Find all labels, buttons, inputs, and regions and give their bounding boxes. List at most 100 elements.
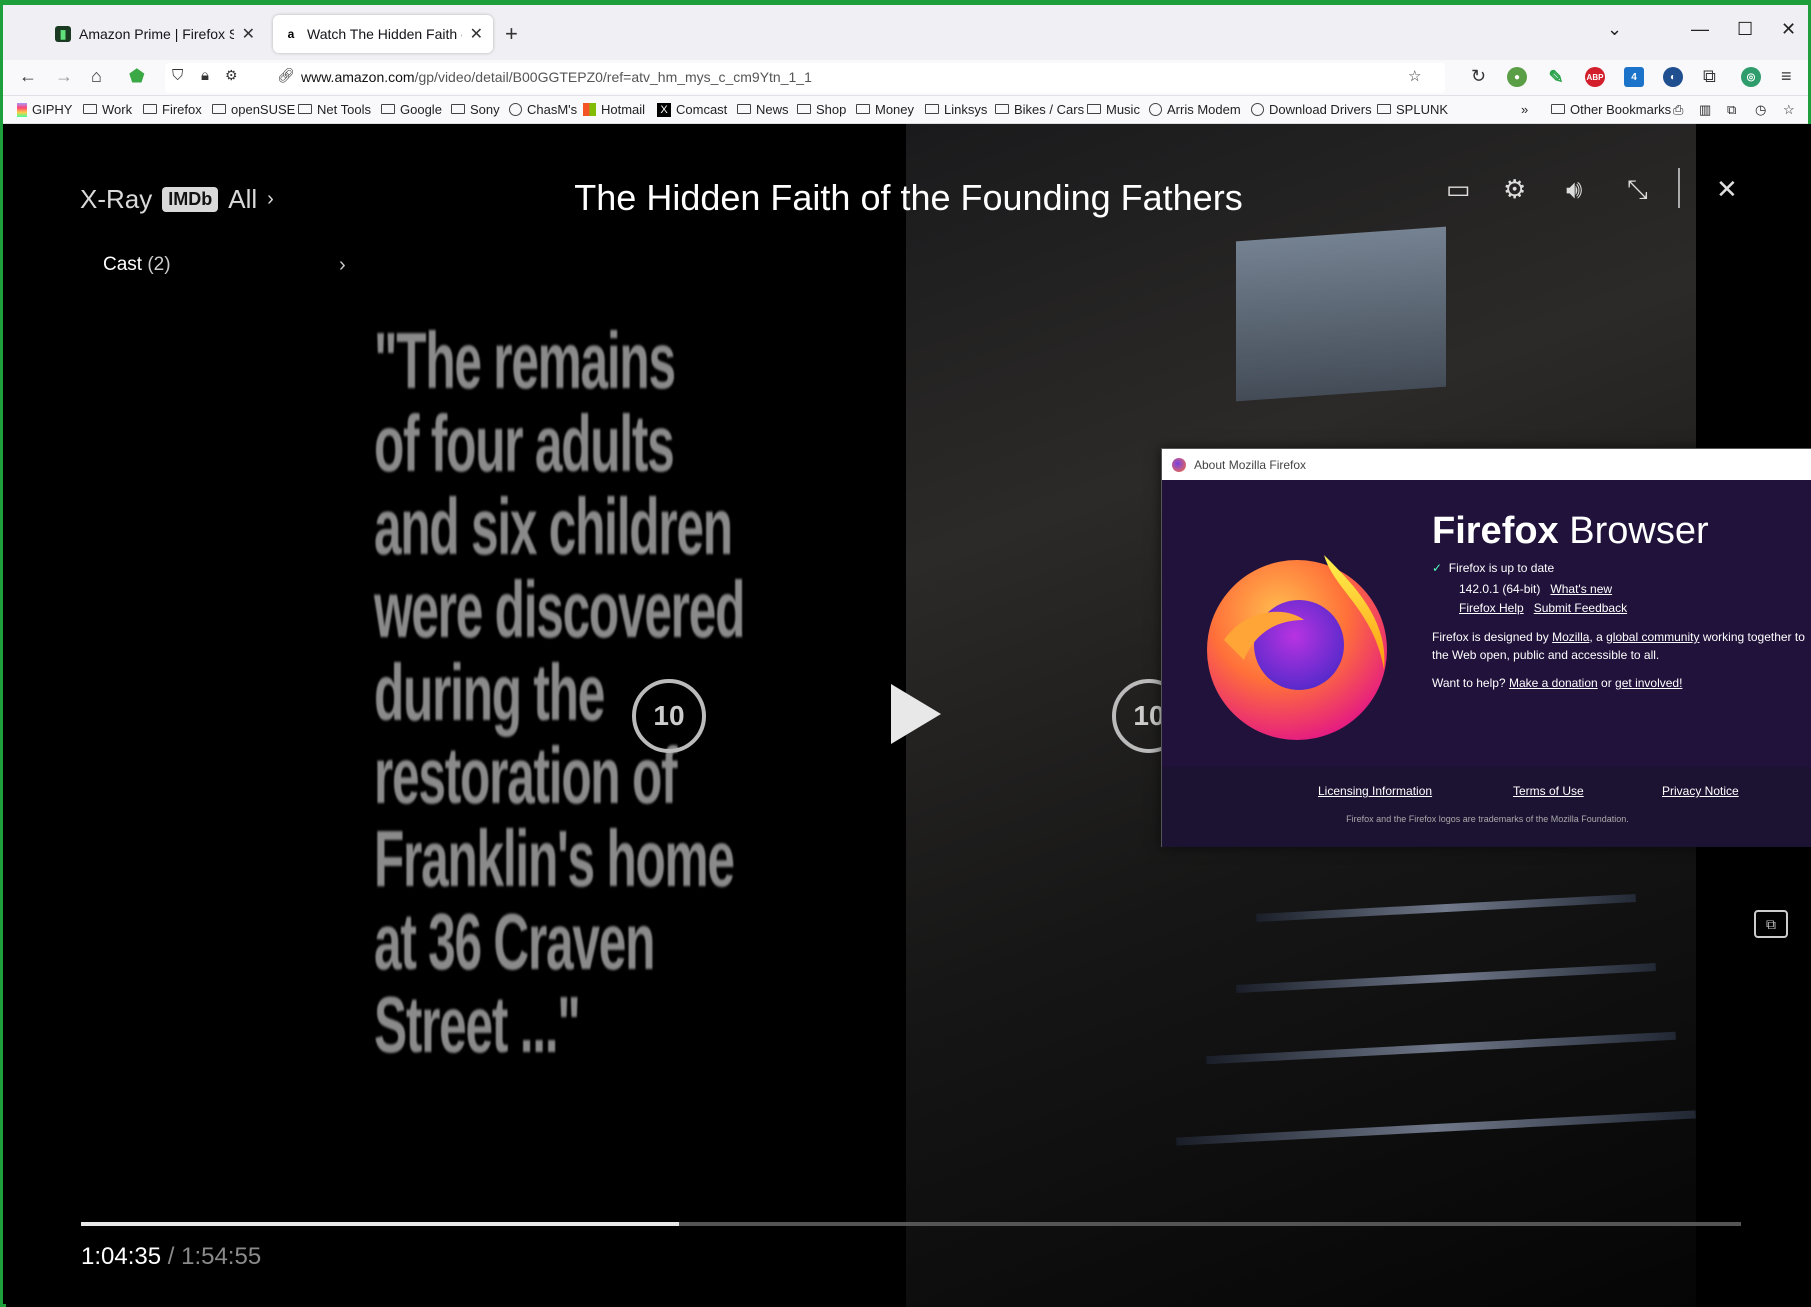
bookmark-folder-sony[interactable]: Sony	[451, 102, 500, 117]
home-icon[interactable]: ⌂	[91, 66, 102, 87]
folder-icon	[995, 103, 1009, 114]
licensing-link[interactable]: Licensing Information	[1318, 784, 1432, 798]
maximize-icon[interactable]: ☐	[1737, 19, 1753, 40]
bookmark-arris-modem[interactable]: Arris Modem	[1149, 102, 1241, 117]
bookmark-folder-google[interactable]: Google	[381, 102, 442, 117]
folder-icon	[83, 103, 97, 114]
bookmarks-overflow-icon[interactable]: »	[1521, 102, 1528, 117]
folder-icon	[737, 103, 751, 114]
forward-icon[interactable]: →	[55, 66, 73, 87]
amazon-icon: a	[287, 27, 295, 41]
bookmark-hotmail[interactable]: Hotmail	[583, 102, 645, 117]
close-player-icon[interactable]: ✕	[1716, 174, 1738, 205]
donation-link[interactable]: Make a donation	[1509, 676, 1598, 690]
sidebar-icon[interactable]: ▥	[1699, 102, 1711, 118]
bookmark-star-icon[interactable]: ☆	[1408, 67, 1421, 85]
firefox-browser-wordmark: Firefox Browser	[1432, 510, 1709, 552]
privacy-notice-link[interactable]: Privacy Notice	[1662, 784, 1739, 798]
xray-cast-item[interactable]: Cast (2)	[103, 254, 171, 276]
print-icon[interactable]: ⎙	[1673, 102, 1683, 118]
folder-icon	[451, 103, 465, 114]
giphy-icon	[17, 102, 27, 117]
bookmark-folder-splunk[interactable]: SPLUNK	[1377, 102, 1448, 117]
list-tabs-icon[interactable]: ⌄	[1607, 19, 1622, 40]
extension-blue-icon[interactable]: ◐	[1663, 67, 1683, 87]
new-tab-button[interactable]: +	[505, 21, 518, 47]
url-path: /gp/video/detail/B00GGTEPZ0/ref=atv_hm_m…	[414, 69, 812, 85]
time-display: 1:04:35 / 1:54:55	[81, 1243, 262, 1270]
checkmark-icon: ✓	[1432, 561, 1443, 575]
history-icon[interactable]: ◷	[1755, 102, 1766, 118]
bookmark-folder-opensuse[interactable]: openSUSE	[212, 102, 295, 117]
bookmark-folder-money[interactable]: Money	[856, 102, 914, 117]
lock-icon[interactable]: 🔒︎	[201, 67, 209, 84]
bookmark-folder-net-tools[interactable]: Net Tools	[298, 102, 371, 117]
close-tab-icon[interactable]: ✕	[470, 24, 483, 44]
bookmark-folder-work[interactable]: Work	[83, 102, 132, 117]
extension-green-icon[interactable]: ●	[1507, 67, 1527, 87]
update-status: ✓ Firefox is up to date	[1432, 561, 1555, 575]
chevron-right-icon[interactable]: ›	[339, 254, 346, 277]
tab-title: Watch The Hidden Faith of the F	[307, 26, 462, 42]
bookmark-comcast[interactable]: X Comcast	[657, 102, 727, 117]
play-button[interactable]	[891, 684, 941, 744]
synced-tabs-icon[interactable]: ⧉	[1727, 102, 1736, 118]
picture-in-picture-icon[interactable]: ⧉	[1754, 910, 1788, 938]
fullscreen-icon[interactable]: ⤡	[1627, 174, 1648, 206]
tab-firefox-support[interactable]: ▮ Amazon Prime | Firefox Support ✕	[45, 15, 265, 53]
terms-of-use-link[interactable]: Terms of Use	[1513, 784, 1584, 798]
bookmark-folder-music[interactable]: Music	[1087, 102, 1140, 117]
reload-icon[interactable]: ↻	[1471, 66, 1486, 87]
url-text[interactable]: www.amazon.com/gp/video/detail/B00GGTEPZ…	[301, 69, 812, 85]
folder-icon	[212, 103, 226, 114]
submit-feedback-link[interactable]: Submit Feedback	[1534, 601, 1627, 615]
bookmark-download-drivers[interactable]: Download Drivers	[1251, 102, 1372, 117]
bookmark-folder-news[interactable]: News	[737, 102, 789, 117]
bookmark-folder-linksys[interactable]: Linksys	[925, 102, 987, 117]
link-icon[interactable]: 🔗︎	[277, 67, 295, 84]
bookmark-chasms[interactable]: ChasM's	[509, 102, 577, 117]
current-time: 1:04:35	[81, 1243, 162, 1270]
close-tab-icon[interactable]: ✕	[242, 24, 255, 44]
adblock-plus-icon[interactable]: ABP	[1585, 67, 1605, 87]
video-title: The Hidden Faith of the Founding Fathers	[574, 177, 1243, 218]
help-links: Firefox Help Submit Feedback	[1459, 601, 1627, 615]
bookmark-folder-shop[interactable]: Shop	[797, 102, 846, 117]
progress-bar[interactable]	[81, 1222, 1741, 1226]
back-icon[interactable]: ←	[19, 66, 37, 87]
skip-back-10-button[interactable]: 10	[632, 679, 706, 753]
settings-gear-icon[interactable]: ⚙	[1503, 174, 1526, 205]
extensions-puzzle-icon[interactable]: ⧉	[1703, 66, 1716, 87]
dialog-titlebar[interactable]: About Mozilla Firefox	[1162, 449, 1811, 480]
extension-globe-icon[interactable]: ◎	[1741, 67, 1761, 87]
firefox-logo	[1207, 555, 1387, 740]
bookmark-folder-firefox[interactable]: Firefox	[143, 102, 202, 117]
bookmark-other-bookmarks[interactable]: Other Bookmarks	[1551, 102, 1671, 117]
mozilla-link[interactable]: Mozilla	[1552, 630, 1589, 644]
divider	[1678, 168, 1680, 208]
whats-new-link[interactable]: What's new	[1550, 582, 1612, 596]
close-window-icon[interactable]: ✕	[1781, 19, 1796, 40]
extension-pen-icon[interactable]: ✎	[1546, 67, 1566, 87]
firefox-help-link[interactable]: Firefox Help	[1459, 601, 1524, 615]
menu-icon[interactable]: ≡	[1781, 66, 1792, 87]
extension-leaf-icon[interactable]: ⬟	[129, 66, 145, 87]
tracking-shield-icon[interactable]: ⛉	[172, 67, 183, 84]
global-community-link[interactable]: global community	[1606, 630, 1699, 644]
get-involved-link[interactable]: get involved!	[1615, 676, 1682, 690]
tab-amazon-video[interactable]: a Watch The Hidden Faith of the F ✕	[273, 15, 493, 53]
permissions-icon[interactable]: ⚙	[225, 67, 238, 84]
extension-badge-icon[interactable]: 4	[1624, 67, 1644, 87]
bookmark-folder-bikes-cars[interactable]: Bikes / Cars	[995, 102, 1084, 117]
bookmark-giphy[interactable]: GIPHY	[17, 102, 72, 117]
bookmarks-star-icon[interactable]: ☆	[1783, 102, 1795, 118]
designed-by-text-2: the Web open, public and accessible to a…	[1432, 648, 1660, 662]
bookmarks-toolbar: GIPHY Work Firefox openSUSE Net Tools Go…	[3, 96, 1808, 124]
subtitles-icon[interactable]: ▭	[1446, 174, 1471, 205]
globe-icon	[1251, 103, 1264, 116]
volume-icon[interactable]: 🔊︎	[1566, 174, 1582, 206]
minimize-icon[interactable]: —	[1691, 19, 1709, 40]
globe-icon	[509, 103, 522, 116]
dialog-footer	[1162, 767, 1811, 847]
firefox-small-icon	[1172, 457, 1186, 472]
